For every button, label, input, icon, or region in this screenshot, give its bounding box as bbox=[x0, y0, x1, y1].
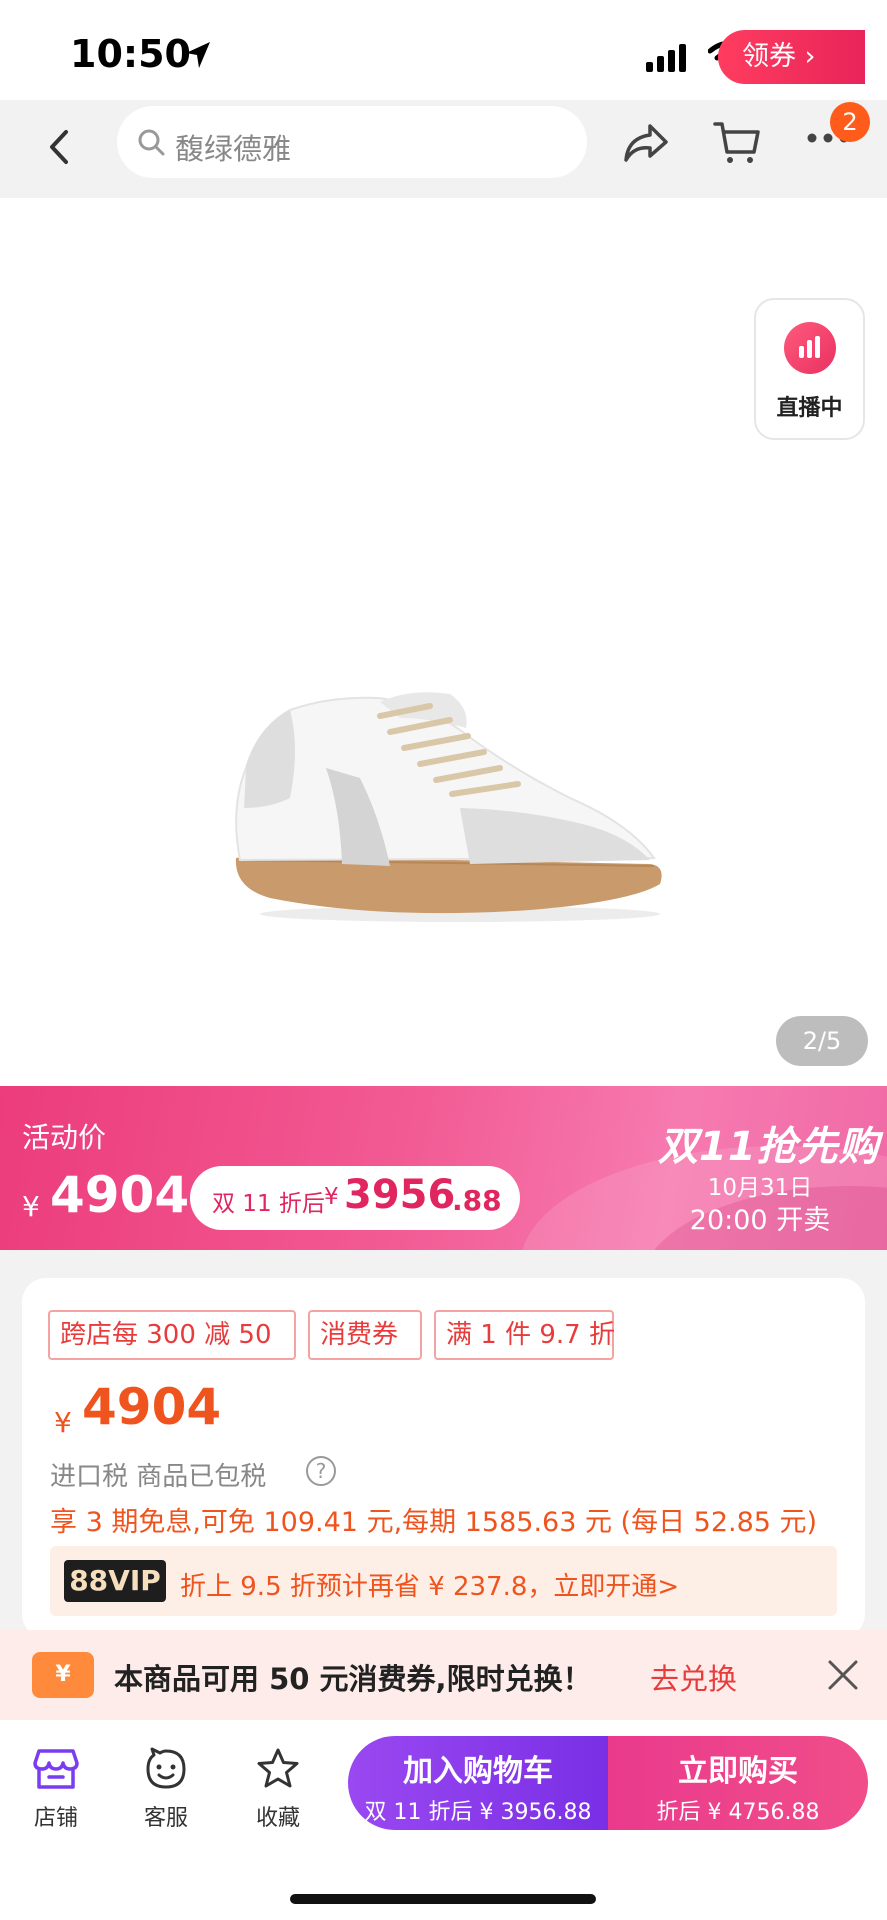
get-coupon-button[interactable]: 领券 › bbox=[718, 30, 865, 84]
status-time: 10:50 bbox=[70, 32, 191, 76]
tab-store[interactable]: 店铺 bbox=[16, 1744, 96, 1832]
bottom-action-bar: 店铺 客服 收藏 加入购物车 双 11 折后 ¥ 3956.88 立即购买 折后… bbox=[0, 1720, 887, 1920]
vip-badge: 88VIP bbox=[64, 1560, 166, 1602]
event-date: 10月31日 bbox=[707, 1175, 813, 1201]
tab-customer-service[interactable]: 客服 bbox=[126, 1744, 206, 1832]
event-time: 20:00 开卖 bbox=[689, 1205, 831, 1236]
coupon-notice-bar: ¥ 本商品可用 50 元消费券,限时兑换！ 去兑换 bbox=[0, 1630, 887, 1720]
live-stream-button[interactable]: 直播中 bbox=[754, 298, 865, 440]
discount-label: 双 11 折后 bbox=[212, 1191, 325, 1217]
notice-text: 本商品可用 50 元消费券,限时兑换！ bbox=[114, 1662, 592, 1696]
buy-now-button[interactable]: 立即购买 折后 ¥ 4756.88 bbox=[608, 1736, 868, 1830]
location-arrow-icon bbox=[184, 40, 212, 74]
discount-currency: ¥ bbox=[324, 1184, 339, 1210]
add-to-cart-label: 加入购物车 bbox=[403, 1754, 553, 1789]
cellular-signal-icon bbox=[646, 44, 690, 76]
promo-currency: ¥ bbox=[22, 1190, 40, 1223]
price-info-card: 跨店每 300 减 50 消费券 满 1 件 9.7 折 ¥ 4904 进口税 … bbox=[22, 1278, 865, 1638]
event-title: 双11抢先购 bbox=[658, 1124, 880, 1170]
store-icon bbox=[16, 1744, 96, 1794]
discount-price-decimal: .88 bbox=[452, 1184, 502, 1217]
nav-bar: 馥绿德雅 2 bbox=[0, 100, 887, 198]
star-icon bbox=[238, 1744, 318, 1794]
product-image bbox=[235, 692, 662, 922]
tab-label: 店铺 bbox=[33, 1806, 78, 1831]
product-price: 4904 bbox=[82, 1378, 222, 1436]
live-label: 直播中 bbox=[776, 396, 843, 421]
search-icon bbox=[137, 128, 165, 160]
buy-now-sub: 折后 ¥ 4756.88 bbox=[656, 1800, 820, 1825]
discount-price: 3956 bbox=[344, 1172, 456, 1218]
coupon-icon: ¥ bbox=[32, 1652, 94, 1698]
tab-label: 收藏 bbox=[255, 1806, 300, 1831]
redeem-link[interactable]: 去兑换 bbox=[650, 1656, 737, 1698]
promo-tag[interactable]: 消费券 bbox=[308, 1310, 422, 1360]
share-button[interactable] bbox=[622, 122, 670, 170]
help-icon[interactable]: ? bbox=[306, 1456, 336, 1486]
image-page-indicator: 2/5 bbox=[776, 1016, 868, 1066]
home-indicator[interactable] bbox=[290, 1894, 596, 1904]
vip-offer-text: 折上 9.5 折预计再省 ¥ 237.8，立即开通> bbox=[180, 1572, 680, 1602]
search-bar[interactable]: 馥绿德雅 bbox=[117, 106, 587, 178]
promo-price-label: 活动价 bbox=[22, 1121, 107, 1154]
customer-service-icon bbox=[126, 1744, 206, 1794]
price-currency: ¥ bbox=[54, 1406, 72, 1439]
back-button[interactable] bbox=[40, 122, 80, 172]
notification-badge: 2 bbox=[830, 102, 870, 142]
close-icon[interactable] bbox=[826, 1658, 860, 1696]
promo-banner[interactable]: 活动价 ¥ 4904 双 11 折后 ¥ 3956 .88 双11抢先购 10月… bbox=[0, 1086, 887, 1250]
installment-info[interactable]: 享 3 期免息,可免 109.41 元,每期 1585.63 元 (每日 52.… bbox=[50, 1500, 817, 1539]
add-to-cart-sub: 双 11 折后 ¥ 3956.88 bbox=[364, 1800, 592, 1825]
cart-button[interactable] bbox=[712, 118, 762, 172]
search-placeholder: 馥绿德雅 bbox=[175, 132, 292, 166]
buy-now-label: 立即购买 bbox=[678, 1754, 798, 1789]
promo-tag[interactable]: 跨店每 300 减 50 bbox=[48, 1310, 296, 1360]
tab-favorite[interactable]: 收藏 bbox=[238, 1744, 318, 1832]
promo-price: 4904 bbox=[50, 1166, 190, 1224]
add-to-cart-button[interactable]: 加入购物车 双 11 折后 ¥ 3956.88 bbox=[348, 1736, 608, 1830]
product-image-gallery[interactable]: 直播中 2/5 bbox=[0, 198, 887, 1086]
live-icon bbox=[784, 322, 836, 374]
discount-price-pill: 双 11 折后 ¥ 3956 .88 bbox=[190, 1166, 520, 1230]
tab-label: 客服 bbox=[143, 1806, 188, 1831]
vip-upsell-row[interactable]: 88VIP 折上 9.5 折预计再省 ¥ 237.8，立即开通> bbox=[50, 1546, 837, 1616]
tax-info: 进口税 商品已包税 bbox=[50, 1462, 267, 1492]
promo-tag[interactable]: 满 1 件 9.7 折 bbox=[434, 1310, 615, 1360]
